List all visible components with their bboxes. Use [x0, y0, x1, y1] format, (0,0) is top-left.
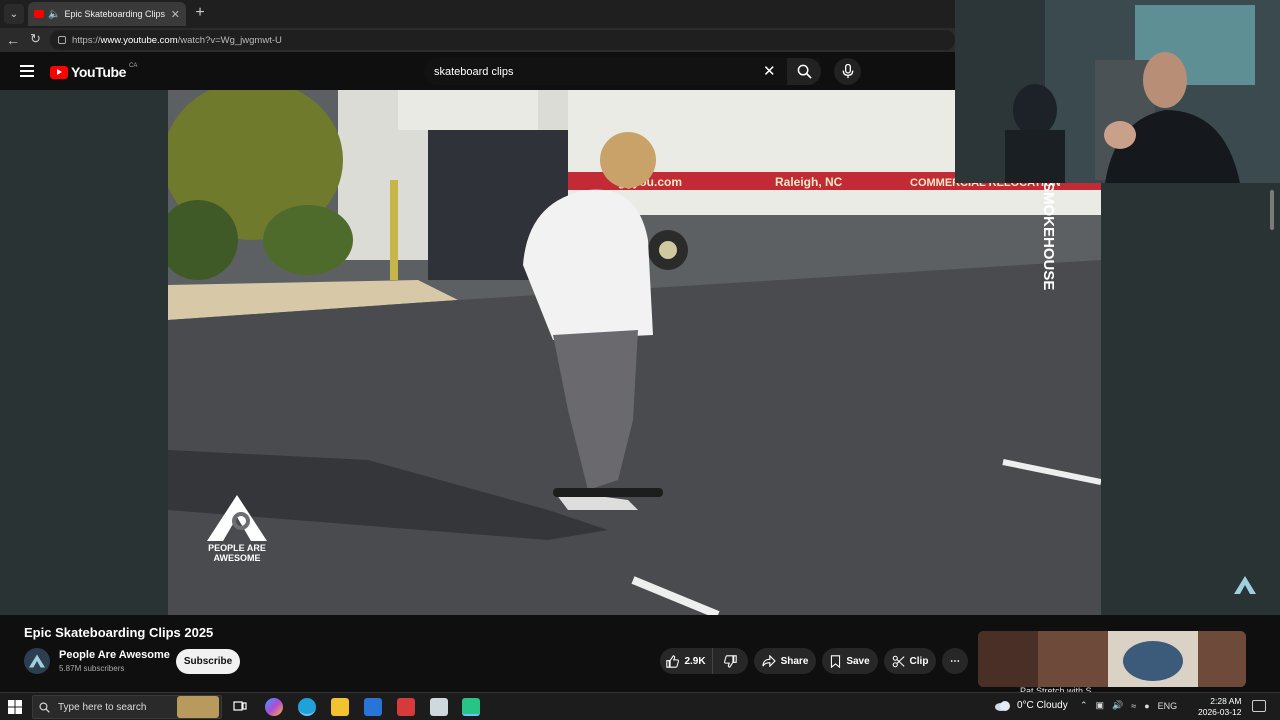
notification-center-icon[interactable] — [1252, 700, 1266, 712]
clip-button[interactable]: Clip — [884, 648, 936, 674]
smokehouse-text: SMOKEHOUSE — [1040, 182, 1054, 290]
share-icon — [762, 655, 776, 667]
microphone-tray-icon[interactable]: ● — [1144, 701, 1149, 711]
network-icon[interactable]: ▣ — [1096, 700, 1105, 711]
thumbs-up-icon — [666, 654, 680, 668]
url-host: www.youtube.com — [100, 34, 178, 46]
speaker-icon[interactable]: 🔈 — [48, 9, 60, 20]
address-bar[interactable]: https://www.youtube.com/watch?v=Wg_jwgmw… — [50, 30, 955, 50]
channel-avatar[interactable] — [24, 648, 50, 674]
share-button[interactable]: Share — [754, 648, 816, 674]
youtube-wordmark: YouTube — [71, 64, 127, 80]
video-title: Epic Skateboarding Clips 2025 — [24, 625, 214, 640]
youtube-header: YouTube CA skateboard clips ✕ — [0, 52, 960, 90]
taskbar-search-placeholder: Type here to search — [58, 701, 147, 713]
country-code: CA — [129, 63, 138, 69]
people-are-awesome-logo-icon — [207, 495, 267, 541]
url-path: /watch?v=Wg_jwgmwt-U — [177, 34, 282, 46]
media-app-icon[interactable] — [462, 698, 480, 716]
save-button[interactable]: Save — [822, 648, 878, 674]
back-arrow-icon[interactable]: ← — [6, 32, 20, 48]
microphone-icon — [842, 64, 853, 79]
gift-app-icon[interactable] — [397, 698, 415, 716]
save-label: Save — [846, 655, 870, 667]
like-count: 2.9K — [684, 655, 706, 667]
lock-icon — [58, 36, 66, 44]
share-label: Share — [780, 655, 809, 667]
search-highlight-image-icon[interactable] — [177, 696, 219, 718]
weather-widget[interactable]: 0°C Cloudy — [995, 700, 1068, 711]
voice-search-button[interactable] — [834, 58, 861, 85]
webcam-overlay — [955, 0, 1280, 183]
mail-icon[interactable] — [364, 698, 382, 716]
reload-icon[interactable]: ↻ — [30, 31, 41, 47]
language-indicator[interactable]: ENG — [1158, 701, 1178, 711]
channel-watermark-icon[interactable] — [1234, 576, 1256, 599]
youtube-favicon-icon — [34, 10, 44, 18]
tab-title: Epic Skateboarding Clips 2025 — [64, 9, 166, 19]
cloud-icon — [995, 700, 1010, 711]
channel-name[interactable]: People Are Awesome — [59, 649, 170, 661]
like-button[interactable]: 2.9K — [660, 648, 712, 674]
windows-start-icon[interactable] — [8, 700, 22, 714]
watermark-line1: PEOPLE ARE — [208, 543, 266, 553]
app-icon[interactable] — [430, 698, 448, 716]
watermark-line2: AWESOME — [213, 553, 261, 563]
chevron-down-icon: ⌄ — [9, 8, 19, 20]
search-input[interactable]: skateboard clips — [424, 58, 820, 85]
browser-tab-active[interactable]: 🔈 Epic Skateboarding Clips 2025 ✕ — [28, 2, 186, 26]
youtube-logo[interactable]: YouTube CA — [50, 63, 138, 80]
smokehouse-watermark: SMOKEHOUSE — [1024, 180, 1057, 320]
edge-browser-icon[interactable] — [298, 698, 316, 716]
scissors-icon — [892, 655, 905, 667]
chevron-up-icon[interactable]: ⌃ — [1080, 700, 1088, 711]
system-clock[interactable]: 2:28 AM 2026-03-12 — [1198, 696, 1241, 718]
system-tray: ⌃ ▣ 🔊 ≈ ● ENG — [1080, 700, 1177, 711]
tab-actions-menu-button[interactable]: ⌄ — [4, 4, 24, 24]
subscribe-button[interactable]: Subscribe — [176, 649, 240, 674]
bookmark-icon — [831, 654, 841, 668]
dislike-button[interactable] — [712, 648, 748, 674]
more-horizontal-icon: ⋯ — [950, 655, 960, 667]
search-button[interactable] — [787, 58, 821, 85]
windows-taskbar: Type here to search 0°C Cloudy ⌃ ▣ 🔊 ≈ ●… — [0, 692, 1280, 720]
more-actions-button[interactable]: ⋯ — [942, 648, 968, 674]
channel-logo-icon — [29, 654, 45, 668]
wifi-icon[interactable]: ≈ — [1131, 701, 1136, 711]
hamburger-menu-icon[interactable] — [20, 65, 34, 77]
clock-time: 2:28 AM — [1210, 696, 1242, 706]
clip-label: Clip — [909, 655, 929, 667]
copilot-icon[interactable] — [265, 698, 283, 716]
url-prefix: https:// — [72, 34, 101, 46]
weather-text: 0°C Cloudy — [1017, 700, 1068, 711]
task-view-icon[interactable] — [232, 698, 250, 716]
youtube-play-icon — [50, 65, 68, 79]
truck-text-mid: Raleigh, NC — [775, 175, 843, 189]
close-tab-icon[interactable]: ✕ — [171, 8, 180, 21]
recommended-video-thumbnail[interactable] — [978, 631, 1246, 687]
new-tab-button[interactable]: + — [192, 4, 208, 22]
clear-search-icon[interactable]: ✕ — [763, 62, 776, 80]
thumbs-down-icon — [724, 654, 737, 668]
page-scrollbar-thumb[interactable] — [1270, 190, 1274, 230]
search-icon — [39, 701, 50, 713]
volume-icon[interactable]: 🔊 — [1112, 700, 1123, 711]
search-icon — [797, 64, 812, 79]
people-are-awesome-watermark: PEOPLE ARE AWESOME — [205, 495, 269, 575]
file-explorer-icon[interactable] — [331, 698, 349, 716]
clock-date: 2026-03-12 — [1198, 707, 1242, 717]
subscriber-count: 5.87M subscribers — [59, 664, 125, 673]
